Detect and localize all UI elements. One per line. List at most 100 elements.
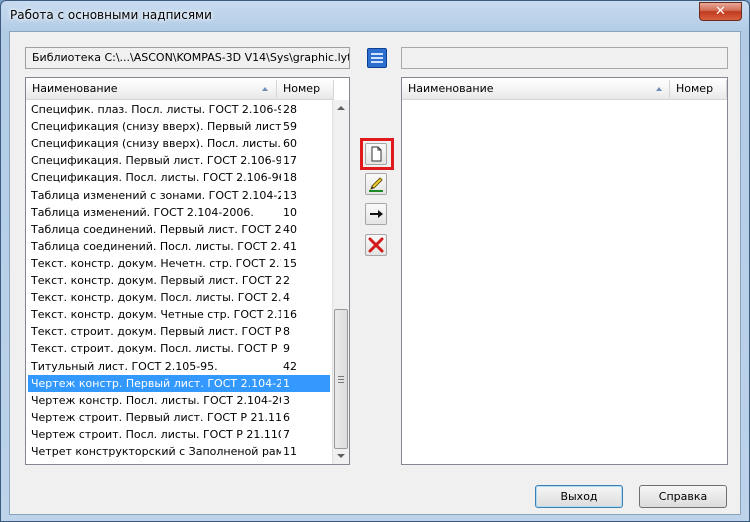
left-col-name-header[interactable]: Наименование	[26, 78, 276, 100]
right-list[interactable]: Наименование Номер	[401, 77, 728, 465]
list-item-name: Чертеж констр. Посл. листы. ГОСТ 2.104-2…	[31, 393, 281, 407]
library-icon[interactable]	[367, 48, 387, 68]
list-item-number: 40	[283, 222, 297, 236]
list-item-number: 15	[283, 256, 297, 270]
list-item-name: Спецификация (снизу вверх). Первый лист.	[31, 120, 281, 134]
list-item[interactable]: Таблица соединений. Первый лист. ГОСТ 2.…	[28, 221, 330, 238]
scrollbar-thumb[interactable]	[334, 309, 348, 449]
list-item-name: Титульный лист. ГОСТ 2.105-95.	[31, 359, 218, 373]
list-item-number: 7	[283, 427, 290, 441]
window-title: Работа с основными надписями	[10, 8, 212, 22]
list-item[interactable]: Таблица изменений с зонами. ГОСТ 2.104-2…	[28, 187, 330, 204]
list-item-number: 17	[283, 154, 297, 168]
list-item-number: 16	[283, 308, 297, 322]
help-button-label: Справка	[658, 490, 708, 503]
list-item[interactable]: Чертеж констр. Посл. листы. ГОСТ 2.104-2…	[28, 392, 330, 409]
list-item-name: Текст. констр. докум. Четные стр. ГОСТ 2…	[31, 308, 281, 322]
delete-button[interactable]	[365, 234, 387, 256]
sort-up-icon	[656, 87, 662, 91]
list-item-name: Чертеж констр. Первый лист. ГОСТ 2.104-2…	[31, 376, 281, 390]
list-item[interactable]: Текст. констр. докум. Посл. листы. ГОСТ …	[28, 289, 330, 306]
list-item-name: Спецификация. Посл. листы. ГОСТ 2.106-96…	[31, 171, 281, 185]
list-item-number: 41	[283, 239, 297, 253]
right-list-header: Наименование Номер	[402, 78, 727, 100]
right-path-field	[401, 47, 728, 69]
list-item[interactable]: Текст. констр. докум. Нечетн. стр. ГОСТ …	[28, 255, 330, 272]
list-item-name: Таблица соединений. Первый лист. ГОСТ 2.…	[31, 222, 281, 236]
list-item[interactable]: Чертеж констр. Первый лист. ГОСТ 2.104-2…	[28, 374, 330, 392]
list-item-name: Четрет конструкторский с Заполненой рамк…	[31, 445, 281, 458]
right-col-name-header[interactable]: Наименование	[402, 78, 670, 100]
list-item-name: Чертеж строит. Первый лист. ГОСТ Р 21.11…	[31, 410, 281, 424]
list-item-name: Таблица соединений. Посл. листы. ГОСТ 2.…	[31, 239, 281, 253]
list-item[interactable]: Таблица изменений. ГОСТ 2.104-2006. 10	[28, 204, 330, 221]
delete-x-icon	[368, 237, 384, 253]
left-list[interactable]: Наименование Номер Специфик. плаз. Посл.…	[25, 77, 350, 465]
list-item-name: Таблица изменений с зонами. ГОСТ 2.104-2…	[31, 188, 281, 202]
grip-line	[338, 376, 344, 377]
edit-button[interactable]	[365, 173, 387, 195]
list-item-name: Текст. строит. докум. Посл. листы. ГОСТ …	[31, 342, 281, 356]
list-item[interactable]: Спецификация (снизу вверх). Посл. листы.…	[28, 135, 330, 152]
list-item[interactable]: Чертеж строит. Первый лист. ГОСТ Р 21.11…	[28, 409, 330, 426]
left-list-scrollbar[interactable]	[332, 100, 349, 464]
grip-line	[338, 382, 344, 383]
list-item-name: Текст. констр. докум. Нечетн. стр. ГОСТ …	[31, 256, 281, 270]
list-item[interactable]: Чертеж строит. Посл. листы. ГОСТ Р 21.11…	[28, 426, 330, 443]
list-item-number: 60	[283, 137, 297, 151]
pencil-icon	[369, 177, 383, 192]
library-path: Библиотека C:\...\ASCON\KOMPAS-3D V14\Sy…	[25, 47, 350, 69]
list-item-name: Спецификация (снизу вверх). Посл. листы.	[31, 137, 281, 151]
list-item-number: 11	[283, 445, 297, 458]
list-item[interactable]: Титульный лист. ГОСТ 2.105-95. 42	[28, 358, 330, 375]
list-item-number: 9	[283, 342, 290, 356]
list-item-name: Спецификация. Первый лист. ГОСТ 2.106-96…	[31, 154, 281, 168]
left-col-num-header[interactable]: Номер	[277, 78, 333, 100]
list-item[interactable]: Текст. констр. докум. Первый лист. ГОСТ …	[28, 272, 330, 289]
sort-up-icon	[262, 87, 268, 91]
list-item[interactable]: Текст. строит. докум. Посл. листы. ГОСТ …	[28, 340, 330, 357]
list-item-number: 2	[283, 274, 290, 287]
list-item-number: 10	[283, 205, 297, 219]
arrow-right-icon	[370, 210, 383, 218]
list-item[interactable]: Спецификация. Первый лист. ГОСТ 2.106-96…	[28, 152, 330, 169]
list-item[interactable]: Четрет конструкторский с Заполненой рамк…	[28, 443, 330, 460]
scroll-up-icon[interactable]	[337, 106, 345, 110]
exit-button-label: Выход	[560, 490, 598, 503]
close-button[interactable]: ✕	[699, 2, 742, 21]
dialog-window: Работа с основными надписями ✕ Библиотек…	[0, 0, 750, 522]
scroll-down-icon[interactable]	[337, 454, 345, 458]
new-document-button[interactable]	[365, 143, 387, 165]
header-separator	[726, 80, 727, 98]
header-separator	[333, 80, 334, 98]
list-item-number: 42	[283, 359, 297, 373]
list-item[interactable]: Таблица соединений. Посл. листы. ГОСТ 2.…	[28, 238, 330, 255]
grip-line	[338, 379, 344, 380]
right-col-num-header[interactable]: Номер	[670, 78, 726, 100]
list-item[interactable]: Спецификация. Посл. листы. ГОСТ 2.106-96…	[28, 169, 330, 186]
new-document-icon	[371, 146, 382, 162]
list-item-number: 18	[283, 171, 297, 185]
move-right-button[interactable]	[365, 203, 387, 225]
list-item-name: Текст. строит. докум. Первый лист. ГОСТ …	[31, 325, 281, 339]
list-item-name: Таблица изменений. ГОСТ 2.104-2006.	[31, 205, 254, 219]
list-item-name: Чертеж строит. Посл. листы. ГОСТ Р 21.11…	[31, 427, 281, 441]
help-button[interactable]: Справка	[639, 485, 727, 508]
list-item[interactable]: Текст. констр. докум. Четные стр. ГОСТ 2…	[28, 306, 330, 323]
list-item-name: Текст. констр. докум. Посл. листы. ГОСТ …	[31, 291, 281, 305]
list-item-number: 4	[283, 291, 290, 305]
list-item-number: 28	[283, 103, 297, 116]
list-item-number: 59	[283, 120, 297, 134]
list-item[interactable]: Текст. строит. докум. Первый лист. ГОСТ …	[28, 323, 330, 340]
dialog-client: Библиотека C:\...\ASCON\KOMPAS-3D V14\Sy…	[9, 31, 741, 515]
title-bar[interactable]: Работа с основными надписями ✕	[1, 1, 749, 31]
list-item-name: Текст. констр. докум. Первый лист. ГОСТ …	[31, 274, 281, 287]
list-item-name: Специфик. плаз. Посл. листы. ГОСТ 2.106-…	[31, 103, 281, 116]
list-item[interactable]: Специфик. плаз. Посл. листы. ГОСТ 2.106-…	[28, 101, 330, 118]
list-item[interactable]: Спецификация (снизу вверх). Первый лист.…	[28, 118, 330, 135]
list-item-number: 6	[283, 410, 290, 424]
list-item-number: 1	[283, 376, 290, 390]
list-item-number: 3	[283, 393, 290, 407]
exit-button[interactable]: Выход	[535, 485, 623, 508]
left-list-header: Наименование Номер	[26, 78, 334, 100]
